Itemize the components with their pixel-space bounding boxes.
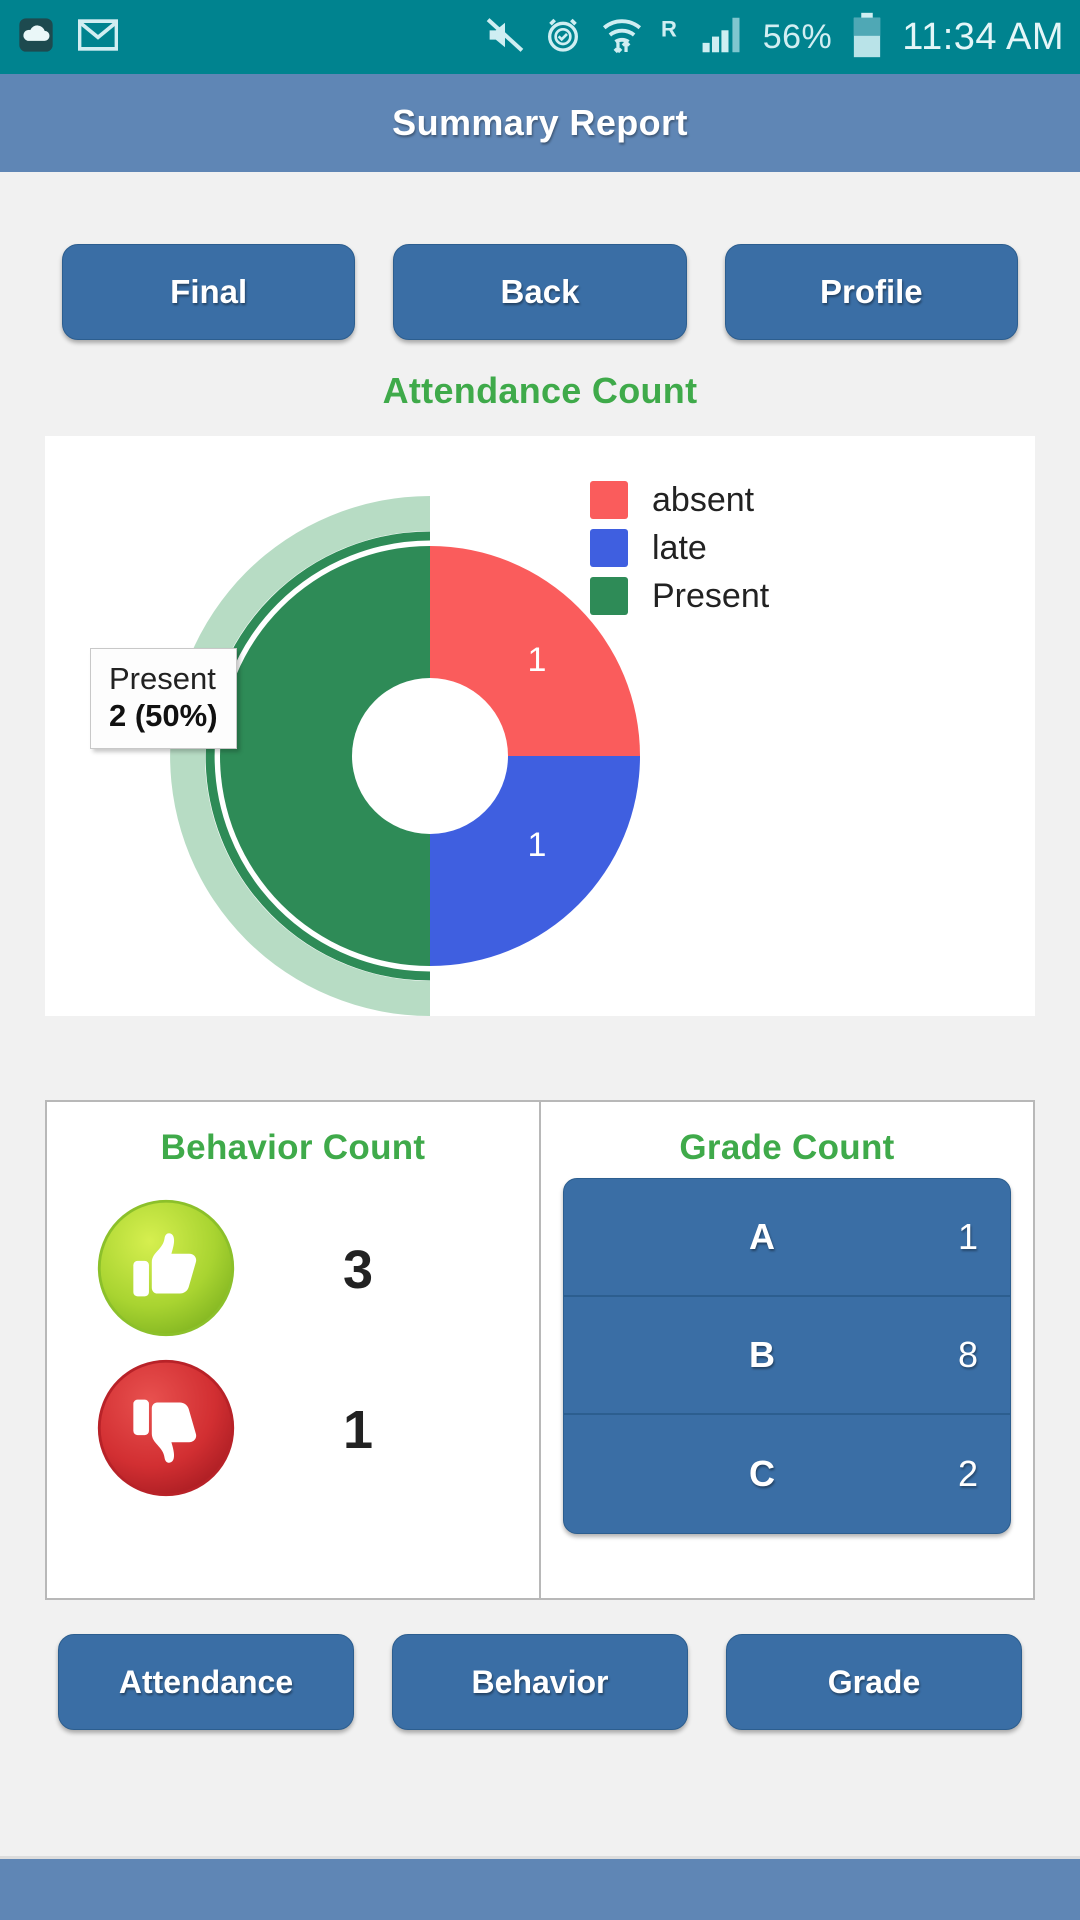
grade-button[interactable]: Grade [726, 1634, 1022, 1730]
grade-letter-a: A [749, 1216, 775, 1257]
tooltip-value: 2 (50%) [109, 697, 218, 733]
legend-item-present[interactable]: Present [590, 572, 769, 620]
legend-label-present: Present [652, 576, 770, 615]
summary-panels: Behavior Count 3 1 Grade Count A 1 B 8 C… [45, 1100, 1035, 1600]
status-bar-notifications [16, 15, 119, 60]
attendance-button[interactable]: Attendance [58, 1634, 354, 1730]
thumbs-up-icon [95, 1197, 237, 1344]
bottom-button-row: Attendance Behavior Grade [0, 1634, 1080, 1730]
grade-row-b[interactable]: B 8 [564, 1297, 1010, 1415]
attendance-count-title: Attendance Count [382, 370, 698, 411]
page-title: Summary Report [392, 102, 688, 143]
grade-count-title: Grade Count [679, 1128, 895, 1167]
grade-letter-b: B [749, 1334, 775, 1375]
slice-label-late: 1 [528, 826, 547, 864]
slice-label-absent: 1 [528, 641, 547, 679]
battery-icon [850, 12, 884, 63]
behavior-rows: 3 1 [47, 1168, 539, 1510]
legend-swatch-late [590, 529, 628, 567]
behavior-button[interactable]: Behavior [392, 1634, 688, 1730]
wifi-icon [601, 15, 643, 60]
roaming-icon: R [661, 15, 683, 60]
grade-value-b: 8 [957, 1334, 978, 1375]
alarm-icon [543, 15, 583, 60]
legend-swatch-present [590, 577, 628, 615]
battery-percent: 56% [762, 17, 833, 56]
attendance-chart-card: 1 1 absent late Present Present 2 (50%) [45, 436, 1035, 1016]
legend-item-absent[interactable]: absent [590, 476, 769, 524]
chart-tooltip: Present 2 (50%) [90, 648, 237, 749]
final-button[interactable]: Final [62, 244, 356, 340]
behavior-positive-count: 3 [342, 1240, 374, 1300]
clock-time: 11:34 AM [902, 15, 1064, 58]
cloud-upload-icon [16, 15, 56, 60]
svg-text:R: R [661, 16, 677, 41]
top-button-row: Final Back Profile [0, 244, 1080, 340]
status-bar-system: R 56% 11:34 AM [485, 12, 1064, 63]
legend-item-late[interactable]: late [590, 524, 769, 572]
grade-table[interactable]: A 1 B 8 C 2 [563, 1178, 1011, 1534]
tooltip-label: Present [109, 661, 216, 696]
back-button[interactable]: Back [393, 244, 687, 340]
system-navigation-bar [0, 1856, 1080, 1920]
gmail-icon [77, 18, 119, 57]
donut-hole [352, 678, 508, 834]
behavior-row-negative: 1 [47, 1350, 539, 1510]
legend-swatch-absent [590, 481, 628, 519]
status-bar: R 56% 11:34 AM [0, 0, 1080, 74]
grade-row-c[interactable]: C 2 [564, 1415, 1010, 1533]
signal-icon [701, 15, 745, 60]
grade-value-c: 2 [957, 1453, 978, 1494]
profile-button[interactable]: Profile [724, 244, 1018, 340]
thumbs-down-icon [95, 1357, 237, 1504]
chart-legend: absent late Present [590, 476, 769, 620]
legend-label-absent: absent [652, 480, 755, 519]
behavior-row-positive: 3 [47, 1190, 539, 1350]
grade-row-a[interactable]: A 1 [564, 1179, 1010, 1297]
behavior-panel: Behavior Count 3 1 [47, 1102, 541, 1598]
mute-icon [485, 16, 525, 59]
grade-value-a: 1 [957, 1216, 978, 1257]
legend-label-late: late [652, 528, 707, 567]
title-bar: Summary Report [0, 74, 1080, 172]
behavior-count-title: Behavior Count [160, 1128, 426, 1167]
grade-panel: Grade Count A 1 B 8 C 2 [541, 1102, 1033, 1598]
grade-letter-c: C [749, 1453, 775, 1494]
app-root: R 56% 11:34 AM Summary Report Final Back… [0, 0, 1080, 1920]
behavior-negative-count: 1 [342, 1400, 374, 1460]
